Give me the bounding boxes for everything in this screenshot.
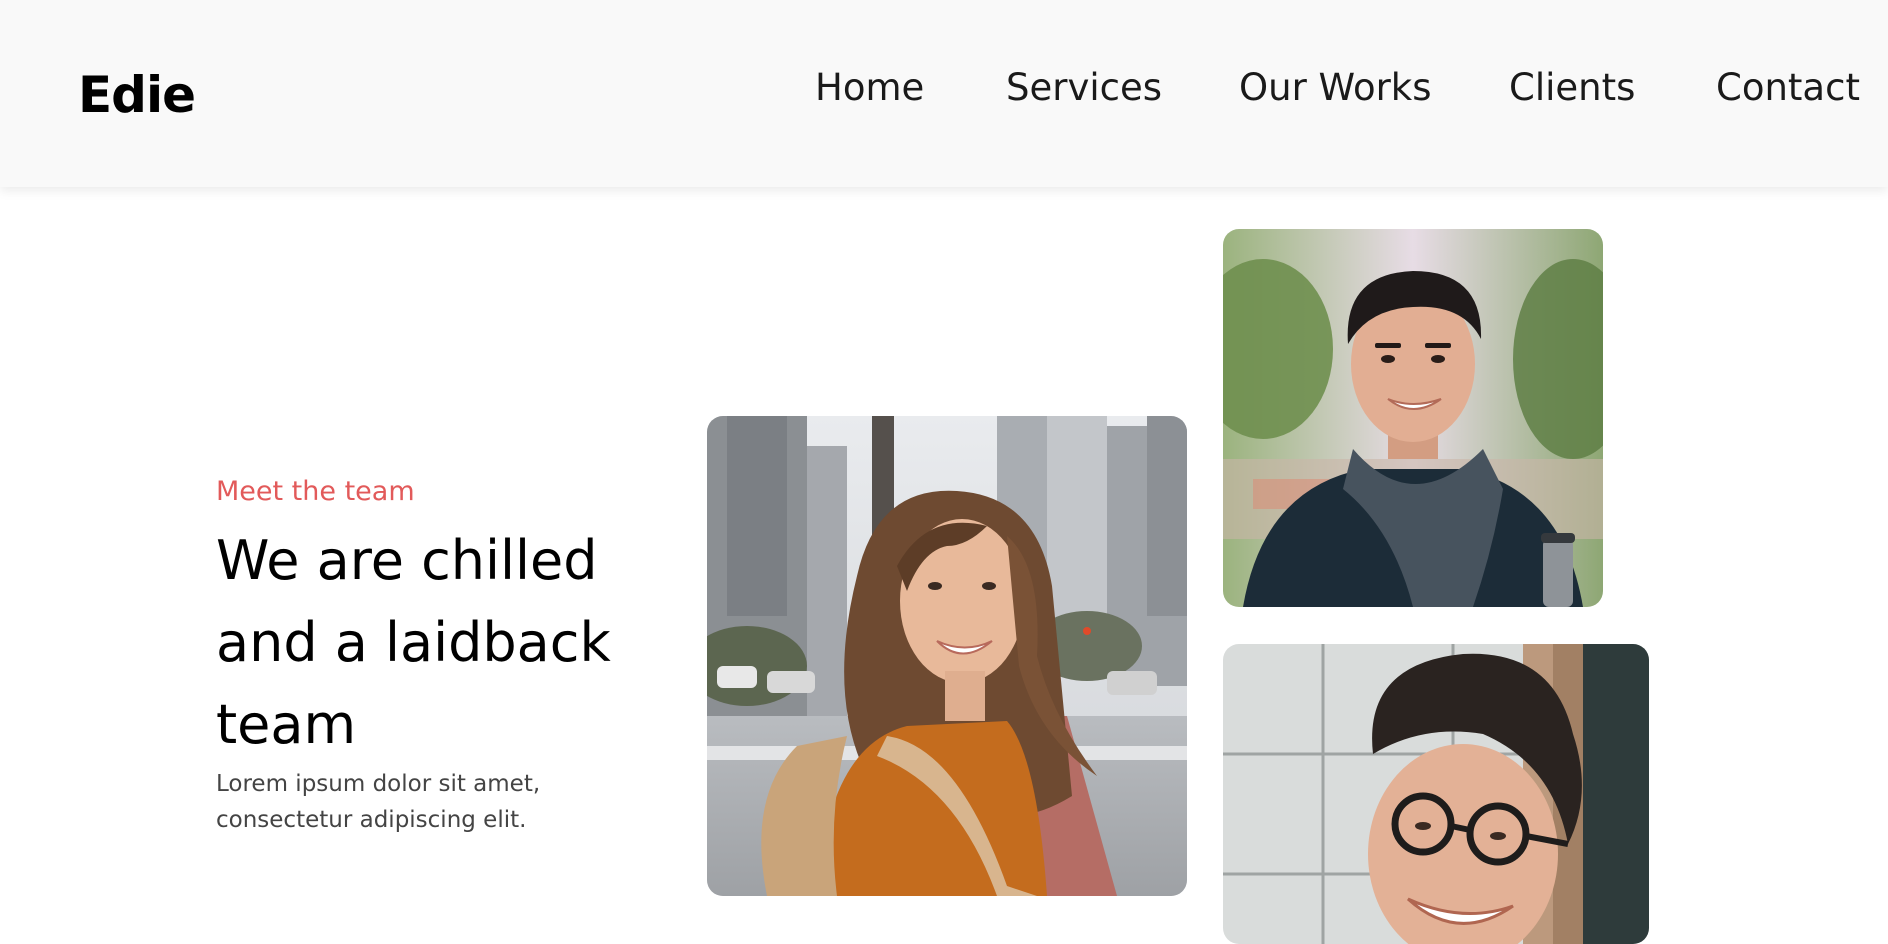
woman-photo-illustration [707,416,1187,896]
nav-item-services[interactable]: Services [1006,66,1162,109]
man-scarf-photo-illustration [1223,229,1603,607]
team-photo-woman [707,416,1187,896]
main-nav: Home Services Our Works Clients Contact [0,66,1888,114]
team-photo-man-glasses [1223,644,1649,944]
nav-item-our-works[interactable]: Our Works [1239,66,1432,109]
section-description: Lorem ipsum dolor sit amet, consectetur … [216,771,541,833]
section-headline: We are chilled and a laidback team [216,529,611,756]
nav-item-contact[interactable]: Contact [1716,66,1860,109]
team-photo-man-scarf [1223,229,1603,607]
section-eyebrow: Meet the team [216,476,415,507]
nav-item-clients[interactable]: Clients [1509,66,1635,109]
nav-item-home[interactable]: Home [815,66,924,109]
man-glasses-photo-illustration [1223,644,1649,944]
site-header: Edie Home Services Our Works Clients Con… [0,0,1888,187]
